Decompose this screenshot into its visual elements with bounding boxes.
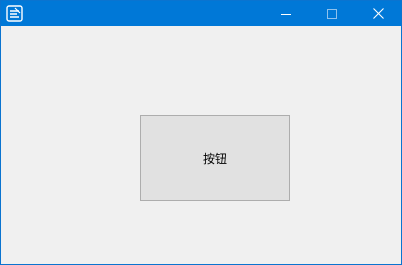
close-button[interactable]	[355, 1, 401, 26]
close-icon	[372, 4, 384, 23]
app-logo-icon	[6, 5, 23, 22]
title-bar[interactable]	[1, 1, 401, 26]
maximize-button[interactable]	[309, 1, 355, 26]
app-window: 按钮	[0, 0, 402, 265]
main-button[interactable]: 按钮	[140, 115, 290, 201]
maximize-icon	[327, 4, 337, 23]
minimize-icon	[281, 4, 291, 23]
client-area: 按钮	[1, 26, 401, 264]
main-button-label: 按钮	[202, 151, 227, 166]
minimize-button[interactable]	[263, 1, 309, 26]
